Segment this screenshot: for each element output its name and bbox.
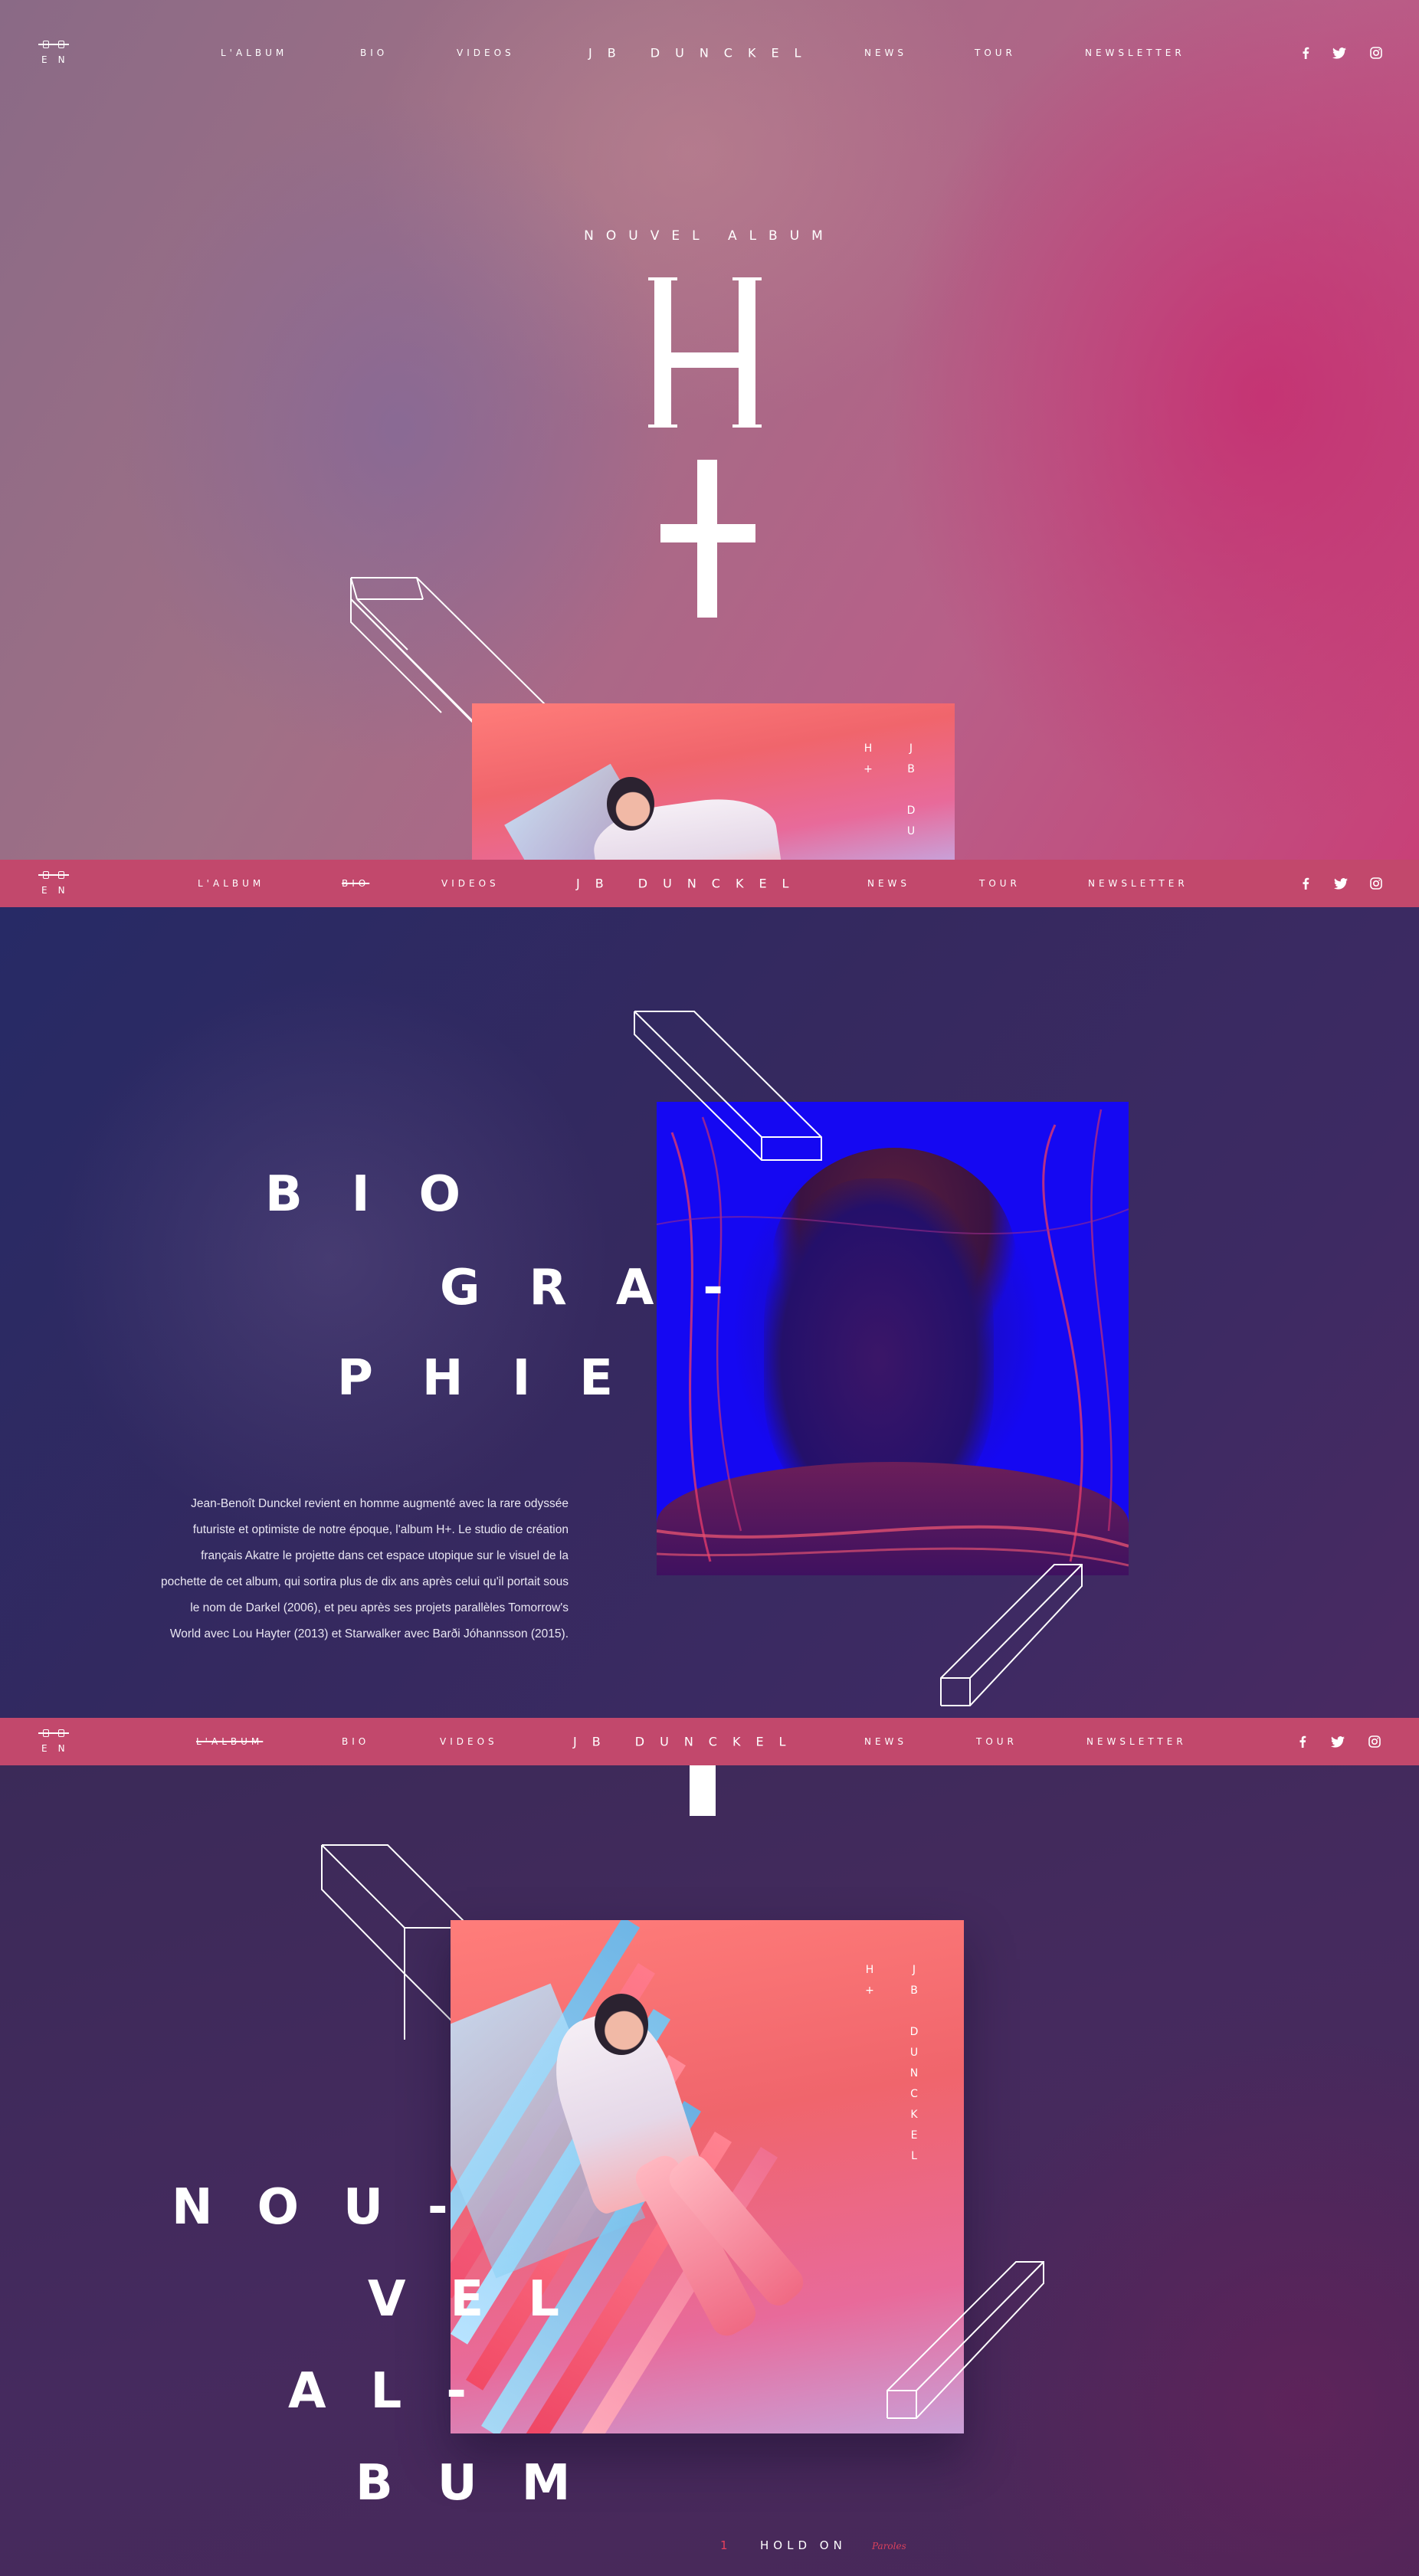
track-lyrics-link[interactable]: Paroles	[872, 2541, 906, 2551]
deco-parallelogram-shape	[886, 2261, 1044, 2419]
cover-text-right: JB D U	[906, 742, 916, 837]
cover-text-left: H +	[864, 742, 873, 775]
nav-link-news[interactable]: NEWS	[864, 1736, 907, 1747]
nav-link-news[interactable]: NEWS	[867, 878, 910, 889]
jbd-logo[interactable]: EN	[35, 36, 74, 70]
track-title[interactable]: HOLD ON	[760, 2538, 847, 2552]
sticky-nav-bio: EN L'ALBUM BIO VIDEOS JB DUNCKEL NEWS TO…	[0, 860, 1419, 907]
deco-parallelogram-shape	[940, 1564, 1083, 1706]
nav-brand[interactable]: JB DUNCKEL	[588, 46, 816, 61]
plus-sign-fragment	[690, 1765, 716, 1816]
nav-link-tour[interactable]: TOUR	[979, 878, 1021, 889]
twitter-icon[interactable]	[1333, 876, 1349, 891]
hero-kicker: NOUVEL ALBUM	[584, 228, 835, 244]
nav-link-newsletter[interactable]: NEWSLETTER	[1086, 1736, 1187, 1747]
deco-parallelogram-shape	[634, 1011, 822, 1161]
nav-link-newsletter[interactable]: NEWSLETTER	[1085, 48, 1185, 58]
facebook-icon[interactable]	[1298, 876, 1313, 891]
jbd-logo-icon	[38, 1729, 69, 1737]
twitter-icon[interactable]	[1330, 1734, 1345, 1749]
jbd-logo-icon	[38, 871, 69, 879]
instagram-icon[interactable]	[1368, 45, 1384, 61]
facebook-icon[interactable]	[1298, 45, 1313, 61]
nav-link-news[interactable]: NEWS	[864, 48, 907, 58]
twitter-icon[interactable]	[1332, 45, 1347, 61]
bio-title-line-2: GRA-	[440, 1260, 772, 1316]
hero-album-cover[interactable]: H + JB D U	[472, 703, 955, 860]
bio-title-line-1: BIO	[265, 1166, 510, 1223]
nav-link-newsletter[interactable]: NEWSLETTER	[1088, 878, 1188, 889]
cover-text-right: JB D UN CK EL	[909, 1964, 919, 2162]
sticky-nav-album: EN L'ALBUM BIO VIDEOS JB DUNCKEL NEWS TO…	[0, 1718, 1419, 1765]
nav-link-album-active[interactable]: L'ALBUM	[196, 1736, 263, 1747]
jbd-logo[interactable]: EN	[35, 1725, 74, 1758]
nav-link-bio[interactable]: BIO	[342, 1736, 369, 1747]
nav-link-tour[interactable]: TOUR	[975, 48, 1016, 58]
facebook-icon[interactable]	[1295, 1734, 1310, 1749]
jbd-logo[interactable]: EN	[35, 867, 74, 900]
bio-paragraph: Jean-Benoît Dunckel revient en homme aug…	[161, 1497, 569, 1640]
nav-link-album[interactable]: L'ALBUM	[221, 48, 287, 58]
bio-section: EN L'ALBUM BIO VIDEOS JB DUNCKEL NEWS TO…	[0, 860, 1419, 1718]
album-title-line-2: VEL	[368, 2271, 605, 2328]
nav-brand[interactable]: JB DUNCKEL	[576, 877, 804, 891]
album-title-line-3: AL-	[288, 2363, 511, 2420]
album-title-line-1: NOU-	[172, 2179, 493, 2236]
nav-link-videos[interactable]: VIDEOS	[457, 48, 515, 58]
top-nav: EN L'ALBUM BIO VIDEOS JB DUNCKEL NEWS TO…	[0, 29, 1419, 77]
cover-text-left: H +	[865, 1964, 874, 1997]
bio-title-line-3: PHIE	[337, 1350, 662, 1407]
instagram-icon[interactable]	[1367, 1734, 1382, 1749]
nav-link-bio-active[interactable]: BIO	[342, 878, 369, 889]
hero-plus-sign	[660, 460, 755, 618]
hero-letter-h	[648, 277, 762, 428]
language-switch[interactable]: EN	[41, 1743, 76, 1754]
nav-brand[interactable]: JB DUNCKEL	[573, 1735, 801, 1749]
track-number: 1	[720, 2538, 728, 2552]
instagram-icon[interactable]	[1368, 876, 1384, 891]
album-title-line-4: BUM	[356, 2455, 615, 2512]
hero-section: EN L'ALBUM BIO VIDEOS JB DUNCKEL NEWS TO…	[0, 0, 1419, 860]
nav-link-tour[interactable]: TOUR	[976, 1736, 1018, 1747]
nav-link-bio[interactable]: BIO	[360, 48, 388, 58]
nav-link-videos[interactable]: VIDEOS	[440, 1736, 498, 1747]
language-switch[interactable]: EN	[41, 885, 76, 896]
album-section: EN L'ALBUM BIO VIDEOS JB DUNCKEL NEWS TO…	[0, 1718, 1419, 2576]
nav-link-videos[interactable]: VIDEOS	[441, 878, 500, 889]
language-switch[interactable]: EN	[41, 54, 76, 65]
nav-link-album[interactable]: L'ALBUM	[198, 878, 264, 889]
jbd-logo-icon	[38, 41, 69, 48]
